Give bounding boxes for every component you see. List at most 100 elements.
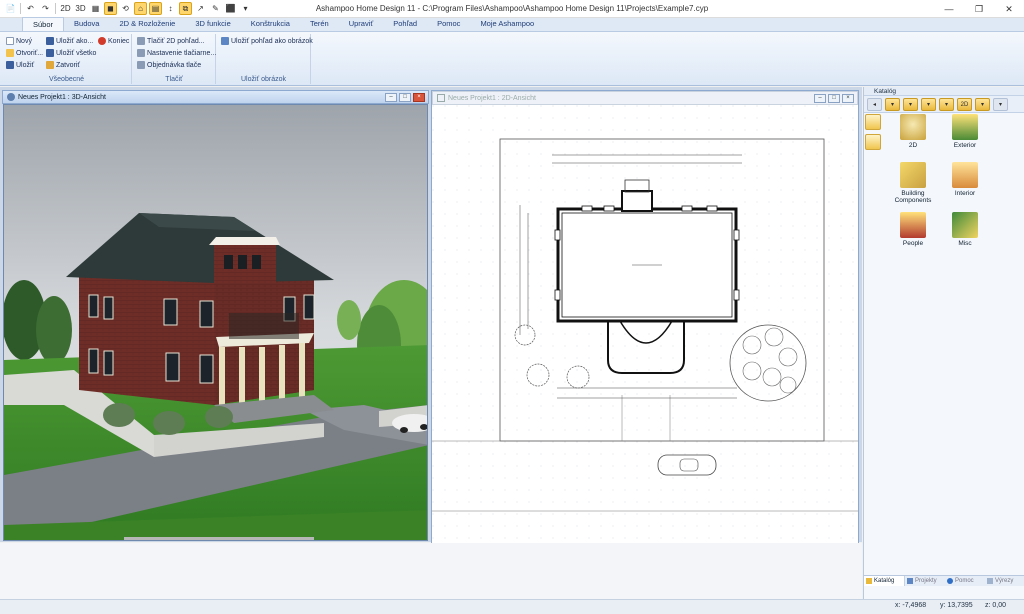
- pencil-icon[interactable]: ✎: [209, 2, 222, 15]
- view-3d-title: Neues Projekt1 : 3D-Ansicht: [18, 93, 106, 101]
- view-2d-icon[interactable]: 2D: [59, 2, 72, 15]
- exit-button[interactable]: Koniec: [98, 37, 129, 45]
- separator: [20, 3, 21, 14]
- print-2d-button[interactable]: Tlačiť 2D pohľad...: [137, 37, 205, 45]
- maximize-button[interactable]: ❐: [964, 0, 994, 18]
- image-icon: [221, 37, 229, 45]
- tab-3d-funkcie[interactable]: 3D funkcie: [185, 17, 240, 31]
- catalog-tools-icon[interactable]: ▾: [975, 97, 990, 111]
- printer-setup-label: Nastavenie tlačiarne...: [147, 49, 217, 57]
- pane-close-button[interactable]: ×: [842, 94, 854, 103]
- catalog-paint-icon[interactable]: ▾: [921, 97, 936, 111]
- walls-icon[interactable]: ▤: [149, 2, 162, 15]
- print-order-button[interactable]: Objednávka tlače: [137, 61, 201, 69]
- pane-controls: – □ ×: [385, 93, 425, 102]
- pane-restore-button[interactable]: □: [399, 93, 411, 102]
- close-project-button[interactable]: Zatvoriť: [46, 61, 80, 69]
- exterior-icon: [952, 114, 978, 140]
- tab-label: Pomoc: [955, 577, 974, 584]
- projects-tab-icon: [907, 578, 913, 584]
- catalog-item-label: Exterior: [953, 142, 977, 149]
- view-3d-titlebar[interactable]: Neues Projekt1 : 3D-Ansicht – □ ×: [2, 90, 429, 104]
- catalog-furniture-icon[interactable]: ▾: [903, 97, 918, 111]
- printer-setup-button[interactable]: Nastavenie tlačiarne...: [137, 49, 216, 57]
- minimize-button[interactable]: —: [934, 0, 964, 18]
- ribbon-tab-bar: Súbor Budova 2D & Rozloženie 3D funkcie …: [0, 17, 1024, 32]
- save-all-button[interactable]: Uložiť všetko: [46, 49, 96, 57]
- save-view-image-button[interactable]: Uložiť pohľad ako obrázok: [221, 37, 313, 45]
- app-window: 📄 ↶ ↷ 2D 3D ▦ ◼ ⟲ ⌂ ▤ ↕ ⧉ ↗ ✎ ⬛ ▾ Ashamp…: [0, 0, 1024, 614]
- catalog-panel: Katalóg ◂ ▾ ▾ ▾ ▾ 2D ▾ ▾ 2D Exterior Bui…: [863, 87, 1024, 599]
- catalog-item-people[interactable]: People: [888, 212, 938, 247]
- view-2d-pane[interactable]: Neues Projekt1 : 2D-Ansicht – □ ×: [431, 90, 859, 545]
- 2d-floor-plan-canvas[interactable]: [432, 105, 858, 544]
- new-file-icon[interactable]: 📄: [4, 2, 17, 15]
- export-icon[interactable]: ↗: [194, 2, 207, 15]
- catalog-item-label: Interior: [954, 190, 976, 197]
- catalog-folder-icon[interactable]: [865, 114, 881, 130]
- catalog-options-icon[interactable]: ▾: [993, 97, 1008, 111]
- house-icon[interactable]: ⌂: [134, 2, 147, 15]
- close-button[interactable]: ✕: [994, 0, 1024, 18]
- tab-moje-ashampoo[interactable]: Moje Ashampoo: [470, 17, 544, 31]
- tab-budova[interactable]: Budova: [64, 17, 109, 31]
- floppy-icon: [6, 61, 14, 69]
- catalog-material-icon[interactable]: ▾: [939, 97, 954, 111]
- catalog-item-exterior[interactable]: Exterior: [940, 114, 990, 149]
- redo-icon[interactable]: ↷: [39, 2, 52, 15]
- view-2d-titlebar[interactable]: Neues Projekt1 : 2D-Ansicht – □ ×: [432, 91, 858, 105]
- tab-subor[interactable]: Súbor: [22, 17, 65, 31]
- help-tab-icon: [947, 578, 953, 584]
- catalog-favorites-icon[interactable]: [865, 134, 881, 150]
- tab-pohlad[interactable]: Pohľad: [383, 17, 427, 31]
- catalog-2d-icon[interactable]: 2D: [957, 97, 972, 111]
- tab-projekty[interactable]: Projekty: [905, 576, 945, 586]
- active-view-icon[interactable]: ◼: [104, 2, 117, 15]
- undo-icon[interactable]: ↶: [24, 2, 37, 15]
- catalog-item-misc[interactable]: Misc: [940, 212, 990, 247]
- tab-label: Projekty: [915, 577, 937, 584]
- customize-dropdown-icon[interactable]: ▾: [239, 2, 252, 15]
- 2d-view-icon: [437, 94, 445, 102]
- fill-icon[interactable]: ⬛: [224, 2, 237, 15]
- tab-label: Katalóg: [874, 577, 895, 584]
- catalog-item-label: Building Components: [894, 190, 932, 204]
- rotate-icon[interactable]: ⟲: [119, 2, 132, 15]
- tab-pomoc[interactable]: Pomoc: [427, 17, 470, 31]
- exit-label: Koniec: [108, 37, 130, 45]
- tab-teren[interactable]: Terén: [300, 17, 339, 31]
- catalog-item-label: 2D: [908, 142, 918, 149]
- tab-2d-rozlozenie[interactable]: 2D & Rozloženie: [109, 17, 185, 31]
- 3d-house-render: [4, 105, 427, 540]
- layers-icon[interactable]: ⧉: [179, 2, 192, 15]
- 3d-scene-canvas[interactable]: [3, 104, 428, 541]
- pane-minimize-button[interactable]: –: [385, 93, 397, 102]
- pane-close-button[interactable]: ×: [413, 93, 425, 102]
- open-button[interactable]: Otvoriť...: [6, 49, 43, 57]
- save-button[interactable]: Uložiť: [6, 61, 34, 69]
- pane-minimize-button[interactable]: –: [814, 94, 826, 103]
- status-z-coordinate: z: 0,00: [985, 602, 1007, 609]
- title-bar: 📄 ↶ ↷ 2D 3D ▦ ◼ ⟲ ⌂ ▤ ↕ ⧉ ↗ ✎ ⬛ ▾ Ashamp…: [0, 0, 1024, 18]
- catalog-back-icon[interactable]: ◂: [867, 97, 882, 111]
- tab-konstrukcia[interactable]: Konštrukcia: [241, 17, 300, 31]
- catalog-filter-icon[interactable]: ▾: [885, 97, 900, 111]
- tab-pomoc-panel[interactable]: Pomoc: [945, 576, 985, 586]
- save-as-icon: [46, 37, 54, 45]
- window-controls: — ❐ ✕: [934, 0, 1024, 18]
- new-document-icon: [6, 37, 14, 45]
- printer-icon: [137, 37, 145, 45]
- stairs-icon[interactable]: ↕: [164, 2, 177, 15]
- catalog-item-interior[interactable]: Interior: [940, 162, 990, 197]
- tab-vyrezy[interactable]: Výrezy: [985, 576, 1024, 586]
- pane-restore-button[interactable]: □: [828, 94, 840, 103]
- tab-katalog[interactable]: Katalóg: [864, 576, 905, 586]
- split-view-icon[interactable]: ▦: [89, 2, 102, 15]
- view-3d-icon[interactable]: 3D: [74, 2, 87, 15]
- save-as-button[interactable]: Uložiť ako...: [46, 37, 93, 45]
- catalog-item-2d[interactable]: 2D: [888, 114, 938, 149]
- new-button[interactable]: Nový: [6, 37, 32, 45]
- view-3d-pane[interactable]: Neues Projekt1 : 3D-Ansicht – □ ×: [2, 90, 429, 614]
- tab-upravit[interactable]: Upraviť: [339, 17, 384, 31]
- catalog-item-building-components[interactable]: Building Components: [888, 162, 938, 204]
